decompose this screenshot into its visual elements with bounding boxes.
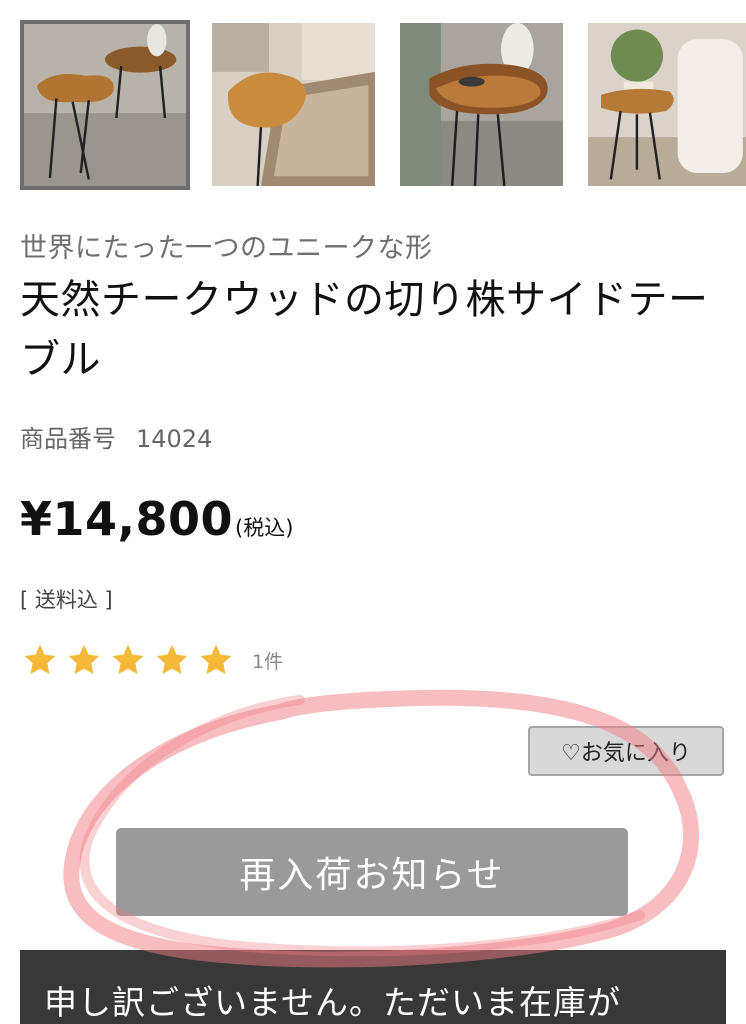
star-icon bbox=[24, 644, 56, 674]
favorite-button[interactable]: ♡お気に入り bbox=[528, 726, 724, 776]
thumbnail-3[interactable] bbox=[400, 23, 563, 186]
thumbnail-1[interactable] bbox=[20, 20, 190, 190]
product-title: 天然チークウッドの切り株サイドテーブル bbox=[20, 277, 709, 383]
photo-two-tables-icon bbox=[24, 24, 186, 186]
price-amount: ¥14,800 bbox=[20, 492, 234, 546]
product-number-label: 商品番号 bbox=[20, 425, 116, 453]
price-tax-note: (税込) bbox=[235, 516, 294, 540]
star-icon bbox=[200, 644, 232, 674]
review-count[interactable]: 1件 bbox=[252, 647, 283, 674]
product-subtitle: 世界にたった一つのユニークな形 bbox=[20, 233, 433, 264]
product-number: 商品番号 14024 bbox=[20, 419, 212, 454]
star-icon bbox=[68, 644, 100, 674]
thumbnail-4[interactable] bbox=[588, 23, 746, 186]
out-of-stock-notice: 申し訳ございません。ただいま在庫が bbox=[20, 950, 726, 1024]
photo-table-closeup-icon bbox=[400, 23, 563, 186]
star-icon bbox=[156, 644, 188, 674]
restock-notify-button[interactable]: 再入荷お知らせ bbox=[116, 828, 628, 916]
star-icon bbox=[112, 644, 144, 674]
product-number-value: 14024 bbox=[136, 425, 213, 453]
star-rating[interactable]: 1件 bbox=[22, 640, 283, 680]
thumbnail-2[interactable] bbox=[212, 23, 375, 186]
shipping-note: [ 送料込 ] bbox=[20, 588, 113, 612]
photo-table-with-person-icon bbox=[588, 23, 746, 186]
thumbnail-gallery bbox=[20, 20, 746, 190]
price: ¥14,800(税込) bbox=[20, 492, 293, 546]
photo-table-on-rug-icon bbox=[212, 23, 375, 186]
